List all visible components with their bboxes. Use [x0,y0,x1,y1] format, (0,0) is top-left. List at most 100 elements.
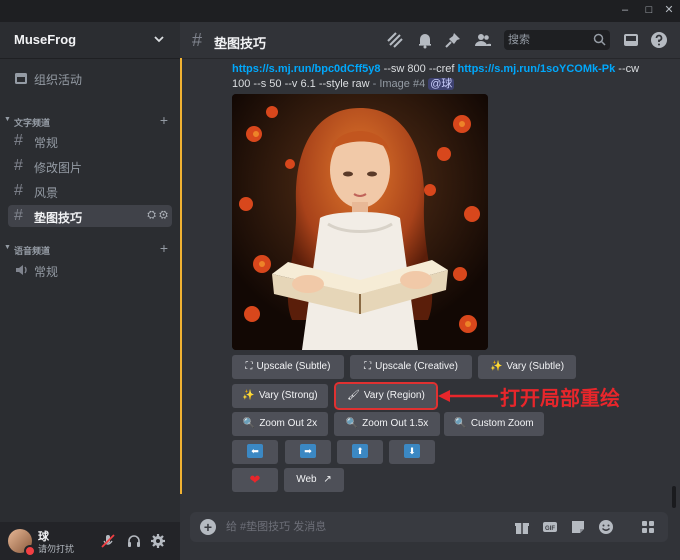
pan-down-button[interactable]: ⬇ [389,440,435,464]
channel-tools: ⛭ ⚙ [147,209,168,222]
channel-header: # 垫图技巧 [180,22,680,59]
server-header[interactable]: MuseFrog [0,22,180,59]
svg-text:GIF: GIF [545,526,555,532]
pan-right-button[interactable]: ➡ [285,440,331,464]
channel-label: 垫图技巧 [34,211,83,225]
chevron-down-icon: ▼ [4,116,11,123]
girl-reading-illustration [232,94,488,350]
chevron-down-icon [154,36,164,43]
sticker-icon[interactable] [570,519,586,535]
heart-icon: ❤ [249,472,261,487]
magnifier-icon: 🔍 [345,418,359,429]
upscale-subtle-button[interactable]: ⛶ Upscale (Subtle) [232,355,344,379]
chevron-down-icon: ▼ [4,244,11,251]
hash-icon: # [14,132,23,149]
vary-subtle-button[interactable]: ✨ Vary (Subtle) [478,355,576,379]
user-panel: 球 请勿打扰 [0,522,180,560]
voice-channels-category[interactable]: ▼ 语音频道 + [4,240,174,258]
minimize-button[interactable]: – [618,3,632,17]
server-name: MuseFrog [14,32,77,47]
annotation-arrow-icon [438,390,498,402]
button-label: Vary (Subtle) [506,361,565,372]
paintbrush-icon: 🖌 [347,390,360,401]
category-label: 语音频道 [14,246,51,256]
add-channel-icon[interactable]: + [160,240,168,256]
emoji-icon[interactable] [598,519,614,535]
hash-icon: # [14,182,23,199]
channel-label: 常规 [34,265,59,279]
scrollbar[interactable] [672,486,676,508]
text-channels-category[interactable]: ▼ 文字频道 + [4,112,174,130]
vary-strong-button[interactable]: ✨ Vary (Strong) [232,384,328,408]
channel-title: 垫图技巧 [214,36,267,51]
help-icon[interactable] [650,31,668,49]
gift-icon[interactable] [514,519,530,535]
close-button[interactable]: ✕ [662,3,676,17]
zoom-out-2x-button[interactable]: 🔍 Zoom Out 2x [232,412,328,436]
channel-label: 修改图片 [34,161,83,175]
channel-item-diantujiqiao[interactable]: # 垫图技巧 ⛭ ⚙ [8,205,172,227]
message-input[interactable] [226,519,476,535]
apps-icon[interactable] [640,519,656,535]
button-label: Upscale (Subtle) [256,361,331,372]
reference-link[interactable]: https://s.mj.run/bpc0dCff5y8 [232,63,381,75]
gif-icon[interactable]: GIF [542,519,558,535]
pan-left-button[interactable]: ⬅ [232,440,278,464]
prompt-params: --sw 800 --cref [380,63,458,75]
button-label: Web [296,474,317,485]
add-channel-icon[interactable]: + [160,112,168,128]
hash-icon: # [14,207,23,224]
channel-label: 风景 [34,186,59,200]
vary-region-button[interactable]: 🖌 Vary (Region) [334,382,438,410]
zoom-out-1-5x-button[interactable]: 🔍 Zoom Out 1.5x [334,412,440,436]
user-mention[interactable]: @球 [428,78,455,90]
magnifier-icon: 🔍 [454,418,467,429]
hash-icon: # [14,157,23,174]
channel-item-xiugaitupian[interactable]: # 修改图片 [8,155,172,177]
hash-icon: # [192,30,203,50]
search-box[interactable] [504,30,610,50]
dnd-status-icon [24,545,36,557]
search-icon [593,33,606,46]
message-content: https://s.mj.run/bpc0dCff5y8 --sw 800 --… [232,62,652,92]
message-composer: + GIF [190,512,668,542]
headphones-icon[interactable] [126,533,142,549]
category-label: 文字频道 [14,118,51,128]
channel-item-fengjing[interactable]: # 风景 [8,180,172,202]
invite-icon[interactable]: ⛭ [147,209,156,221]
generated-image[interactable] [232,94,488,350]
external-link-icon: ↗ [323,474,332,485]
pan-up-button[interactable]: ⬆ [337,440,383,464]
channel-label: 常规 [34,136,59,150]
arrow-left-icon: ⬅ [247,444,263,459]
members-icon[interactable] [474,31,492,49]
add-attachment-button[interactable]: + [200,519,216,535]
bell-icon[interactable] [416,31,434,49]
channel-item-changgui[interactable]: # 常规 [8,130,172,152]
arrow-up-icon: ⬆ [352,444,368,459]
arrow-right-icon: ➡ [300,444,316,459]
button-label: Zoom Out 1.5x [362,418,429,429]
favorite-button[interactable]: ❤ [232,468,278,492]
events-item[interactable]: 组织活动 [8,66,172,90]
mic-muted-icon[interactable] [100,533,116,549]
threads-icon[interactable] [386,31,404,49]
gear-icon[interactable]: ⚙ [159,209,168,221]
button-label: Upscale (Creative) [375,361,458,372]
maximize-button[interactable]: □ [642,3,656,17]
character-ref-link[interactable]: https://s.mj.run/1soYCOMk-Pk [458,63,616,75]
magnifier-icon: 🔍 [242,418,256,429]
pin-icon[interactable] [444,31,462,49]
button-label: Custom Zoom [470,418,534,429]
magic-wand-icon: ✨ [489,361,503,372]
upscale-creative-button[interactable]: ⛶ Upscale (Creative) [350,355,472,379]
upscale-icon: ⛶ [245,361,253,372]
button-label: Zoom Out 2x [259,418,318,429]
search-input[interactable] [508,32,588,48]
web-link-button[interactable]: Web ↗ [284,468,344,492]
gear-icon[interactable] [150,533,166,549]
inbox-icon[interactable] [622,31,640,49]
voice-channel-changgui[interactable]: 常规 [8,259,172,281]
custom-zoom-button[interactable]: 🔍 Custom Zoom [444,412,544,436]
window-titlebar: – □ ✕ [0,0,680,22]
